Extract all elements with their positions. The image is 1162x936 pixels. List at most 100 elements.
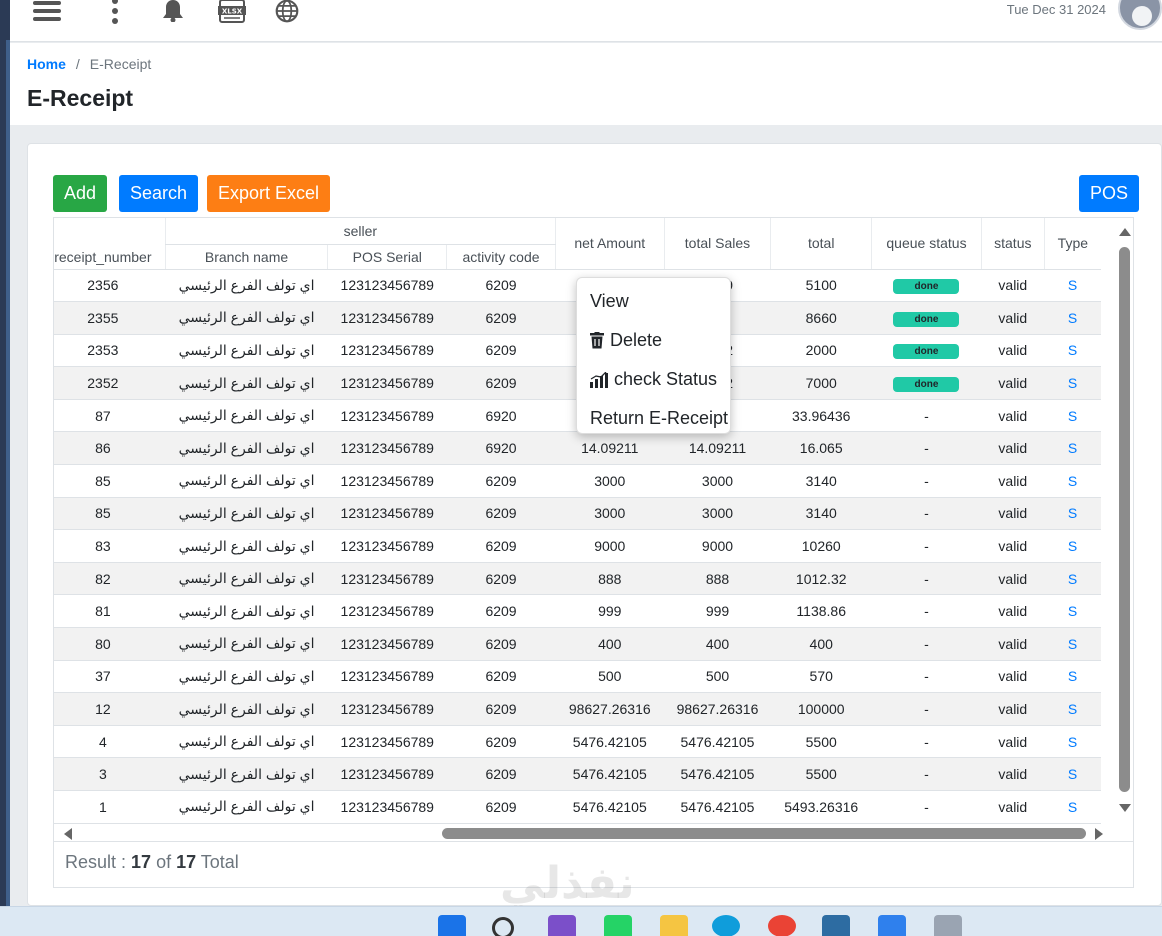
- bell-icon[interactable]: [158, 0, 188, 30]
- type-link[interactable]: S: [1068, 799, 1077, 815]
- xlsx-export-icon[interactable]: XLSX: [215, 0, 249, 30]
- export-excel-button[interactable]: Export Excel: [207, 175, 331, 212]
- col-status[interactable]: status: [980, 218, 1045, 270]
- type-link[interactable]: S: [1068, 505, 1077, 521]
- vertical-scrollbar[interactable]: [1115, 218, 1133, 824]
- cell-queue: -: [871, 594, 982, 629]
- table-row[interactable]: 85 اي تولف الفرع الرئيسي 123123456789 6209 3…: [54, 497, 1101, 531]
- table-row[interactable]: 85 اي تولف الفرع الرئيسي 123123456789 6209 3…: [54, 464, 1101, 498]
- cell-status: valid: [981, 334, 1045, 368]
- cell-receipt-number: 12: [54, 692, 166, 726]
- menu-item-return-receipt[interactable]: Return E-Receipt: [577, 399, 730, 438]
- file-explorer-icon[interactable]: [660, 915, 688, 936]
- table-row[interactable]: 82 اي تولف الفرع الرئيسي 123123456789 6209 8…: [54, 562, 1101, 596]
- cell-branch: اي تولف الفرع الرئيسي: [165, 627, 328, 661]
- cell-pos-serial: 123123456789: [327, 692, 447, 726]
- row-context-menu: View Delete check Status Return E-Receip…: [576, 277, 731, 434]
- menu-check-status-label: check Status: [614, 369, 718, 389]
- col-total-sales[interactable]: total Sales: [663, 218, 771, 270]
- edge-browser-icon[interactable]: [712, 915, 740, 936]
- menu-item-view[interactable]: View: [577, 282, 730, 321]
- cell-total: 3140: [770, 497, 872, 531]
- cell-total: 100000: [770, 692, 872, 726]
- col-total[interactable]: total: [770, 218, 872, 270]
- type-link[interactable]: S: [1068, 310, 1077, 326]
- scroll-left-icon[interactable]: [64, 828, 72, 840]
- type-link[interactable]: S: [1068, 766, 1077, 782]
- top-navbar: XLSX Tue Dec 31 2024: [10, 0, 1162, 42]
- type-link[interactable]: S: [1068, 473, 1077, 489]
- horizontal-scroll-thumb[interactable]: [442, 828, 1086, 839]
- more-options-icon[interactable]: [108, 0, 122, 30]
- cell-sales: 3000: [664, 464, 771, 498]
- table-row[interactable]: 1 اي تولف الفرع الرئيسي 123123456789 6209 54…: [54, 790, 1101, 824]
- type-link[interactable]: S: [1068, 408, 1077, 424]
- type-link[interactable]: S: [1068, 734, 1077, 750]
- type-link[interactable]: S: [1068, 440, 1077, 456]
- type-link[interactable]: S: [1068, 538, 1077, 554]
- col-type[interactable]: Type: [1043, 218, 1101, 270]
- table-row[interactable]: 37 اي تولف الفرع الرئيسي 123123456789 6209 5…: [54, 660, 1101, 694]
- scroll-up-icon[interactable]: [1119, 228, 1131, 236]
- table-row[interactable]: 3 اي تولف الفرع الرئيسي 123123456789 6209 54…: [54, 757, 1101, 791]
- watermark-logo: نفذلي: [500, 858, 635, 909]
- cell-branch: اي تولف الفرع الرئيسي: [165, 399, 328, 433]
- cell-branch: اي تولف الفرع الرئيسي: [165, 269, 328, 303]
- globe-icon[interactable]: [272, 0, 302, 30]
- cell-status: valid: [981, 660, 1045, 694]
- cell-pos-serial: 123123456789: [327, 529, 447, 563]
- result-total: 17: [176, 852, 197, 872]
- table-row[interactable]: 4 اي تولف الفرع الرئيسي 123123456789 6209 54…: [54, 725, 1101, 759]
- type-link[interactable]: S: [1068, 603, 1077, 619]
- search-icon[interactable]: [492, 917, 514, 936]
- windows-start-icon[interactable]: [438, 915, 466, 936]
- menu-item-check-status[interactable]: check Status: [577, 360, 730, 399]
- type-link[interactable]: S: [1068, 668, 1077, 684]
- type-link[interactable]: S: [1068, 636, 1077, 652]
- col-receipt-number[interactable]: receipt_number: [54, 218, 166, 270]
- table-row[interactable]: 81 اي تولف الفرع الرئيسي 123123456789 6209 9…: [54, 594, 1101, 629]
- add-button[interactable]: Add: [53, 175, 108, 212]
- cell-type: S: [1044, 529, 1101, 563]
- vertical-scroll-thumb[interactable]: [1119, 247, 1130, 792]
- receipts-card: Add Search Export Excel POS receipt_numb…: [27, 143, 1162, 906]
- col-activity-code[interactable]: activity code: [446, 244, 556, 270]
- cell-status: valid: [981, 269, 1045, 303]
- col-branch-name[interactable]: Branch name: [164, 244, 328, 270]
- cell-receipt-number: 80: [54, 627, 166, 661]
- search-button[interactable]: Search: [119, 175, 199, 212]
- contacts-icon[interactable]: [934, 915, 962, 936]
- cell-pos-serial: 123123456789: [327, 269, 447, 303]
- scroll-right-icon[interactable]: [1095, 828, 1103, 840]
- type-link[interactable]: S: [1068, 701, 1077, 717]
- app-icon[interactable]: [822, 915, 850, 936]
- xlsx-label: XLSX: [222, 8, 243, 16]
- footer-divider: [54, 841, 1133, 842]
- table-row[interactable]: 80 اي تولف الفرع الرئيسي 123123456789 6209 4…: [54, 627, 1101, 661]
- chrome-browser-icon[interactable]: [768, 915, 796, 936]
- cell-type: S: [1044, 562, 1101, 596]
- pos-button[interactable]: POS: [1079, 175, 1140, 212]
- type-link[interactable]: S: [1068, 571, 1077, 587]
- table-row[interactable]: 83 اي تولف الفرع الرئيسي 123123456789 6209 9…: [54, 529, 1101, 563]
- cell-pos-serial: 123123456789: [327, 301, 447, 335]
- scroll-down-icon[interactable]: [1119, 804, 1131, 812]
- visual-studio-icon[interactable]: [548, 915, 576, 936]
- cell-sales: 9000: [664, 529, 771, 563]
- table-row[interactable]: 12 اي تولف الفرع الرئيسي 123123456789 6209 9…: [54, 692, 1101, 726]
- type-link[interactable]: S: [1068, 342, 1077, 358]
- col-net-amount[interactable]: net Amount: [554, 218, 665, 270]
- col-pos-serial[interactable]: POS Serial: [327, 244, 447, 270]
- col-queue-status[interactable]: queue status: [871, 218, 982, 270]
- type-link[interactable]: S: [1068, 375, 1077, 391]
- vscode-icon[interactable]: [878, 915, 906, 936]
- type-link[interactable]: S: [1068, 277, 1077, 293]
- menu-item-delete[interactable]: Delete: [577, 321, 730, 360]
- breadcrumb-current: E-Receipt: [89, 56, 152, 72]
- current-date: Tue Dec 31 2024: [1006, 2, 1106, 17]
- result-suffix: Total: [196, 852, 239, 872]
- user-avatar[interactable]: [1118, 0, 1162, 30]
- hamburger-menu-icon[interactable]: [32, 0, 62, 30]
- breadcrumb-home-link[interactable]: Home: [27, 56, 66, 72]
- whatsapp-icon[interactable]: [604, 915, 632, 936]
